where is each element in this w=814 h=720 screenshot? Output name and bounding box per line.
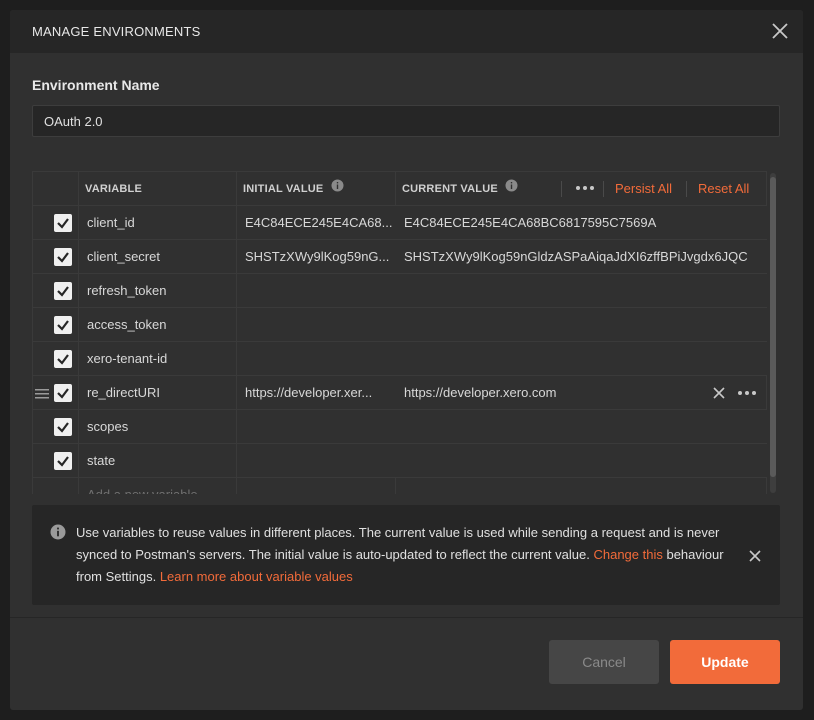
current-value[interactable] [396, 308, 767, 341]
row-checkbox[interactable] [54, 384, 72, 402]
variable-name[interactable]: refresh_token [79, 274, 237, 307]
divider [686, 181, 687, 197]
more-options-icon[interactable] [570, 172, 600, 206]
variables-table: VARIABLE INITIAL VALUE CURRENT VALUE Per… [32, 171, 767, 494]
persist-all-button[interactable]: Persist All [615, 172, 672, 206]
header-variable: VARIABLE [79, 172, 237, 205]
environment-name-label: Environment Name [32, 77, 160, 93]
table-row: state [33, 444, 767, 478]
divider [561, 181, 562, 197]
footer-divider [10, 617, 803, 618]
row-more-options-icon[interactable] [736, 386, 758, 400]
change-settings-link[interactable]: Change this [593, 547, 662, 562]
table-row: refresh_token [33, 274, 767, 308]
drag-handle-icon[interactable] [35, 387, 49, 399]
new-variable-row: Add a new variable [33, 478, 767, 494]
info-text: Use variables to reuse values in differe… [76, 522, 726, 588]
row-checkbox[interactable] [54, 214, 72, 232]
table-scrollbar[interactable] [770, 173, 776, 493]
table-row: xero-tenant-id [33, 342, 767, 376]
table-row: client_secret SHSTzXWy9lKog59nG... SHSTz… [33, 240, 767, 274]
learn-more-link[interactable]: Learn more about variable values [160, 569, 353, 584]
current-value[interactable] [396, 342, 767, 375]
header-current-value-label: CURRENT VALUE [402, 183, 498, 195]
row-checkbox[interactable] [54, 316, 72, 334]
variable-name[interactable]: re_directURI [79, 376, 237, 409]
row-checkbox[interactable] [54, 418, 72, 436]
current-value[interactable] [396, 274, 767, 307]
header-initial-value: INITIAL VALUE [237, 172, 396, 205]
manage-environments-dialog: MANAGE ENVIRONMENTS Environment Name VAR… [10, 10, 803, 710]
variable-name[interactable]: scopes [79, 410, 237, 443]
new-variable-input[interactable]: Add a new variable [79, 478, 237, 494]
info-icon[interactable] [505, 172, 518, 205]
delete-row-icon[interactable] [712, 386, 726, 400]
reset-all-button[interactable]: Reset All [698, 172, 749, 206]
variable-name[interactable]: xero-tenant-id [79, 342, 237, 375]
variable-name[interactable]: client_id [79, 206, 237, 239]
current-value-cell: https://developer.xero.com [396, 376, 767, 409]
current-value[interactable]: SHSTzXWy9lKog59nGldzASPaAiqaJdXI6zffBPiJ… [396, 240, 767, 273]
dialog-title: MANAGE ENVIRONMENTS [32, 24, 201, 39]
dialog-header: MANAGE ENVIRONMENTS [10, 10, 803, 53]
divider [603, 181, 604, 197]
table-header-row: VARIABLE INITIAL VALUE CURRENT VALUE Per… [33, 172, 767, 206]
row-checkbox[interactable] [54, 350, 72, 368]
header-checkbox-cell [33, 172, 79, 205]
table-row: scopes [33, 410, 767, 444]
environment-name-input[interactable] [32, 105, 780, 137]
close-icon[interactable] [769, 20, 791, 42]
variable-name[interactable]: access_token [79, 308, 237, 341]
row-checkbox[interactable] [54, 248, 72, 266]
header-initial-value-label: INITIAL VALUE [243, 183, 324, 195]
current-value[interactable] [396, 444, 767, 477]
info-icon [50, 524, 66, 545]
table-row: access_token [33, 308, 767, 342]
scrollbar-thumb[interactable] [770, 177, 776, 477]
row-checkbox[interactable] [54, 452, 72, 470]
row-checkbox[interactable] [54, 282, 72, 300]
variable-name[interactable]: client_secret [79, 240, 237, 273]
close-icon[interactable] [748, 549, 762, 563]
table-row-hovered: re_directURI https://developer.xer... ht… [33, 376, 767, 410]
current-value[interactable] [396, 410, 767, 443]
update-button[interactable]: Update [670, 640, 780, 684]
info-icon[interactable] [331, 172, 344, 205]
current-value[interactable]: https://developer.xero.com [396, 376, 704, 409]
variable-name[interactable]: state [79, 444, 237, 477]
cancel-button[interactable]: Cancel [549, 640, 659, 684]
table-row: client_id E4C84ECE245E4CA68... E4C84ECE2… [33, 206, 767, 240]
info-banner: Use variables to reuse values in differe… [32, 505, 780, 605]
current-value[interactable]: E4C84ECE245E4CA68BC6817595C7569A [396, 206, 767, 239]
